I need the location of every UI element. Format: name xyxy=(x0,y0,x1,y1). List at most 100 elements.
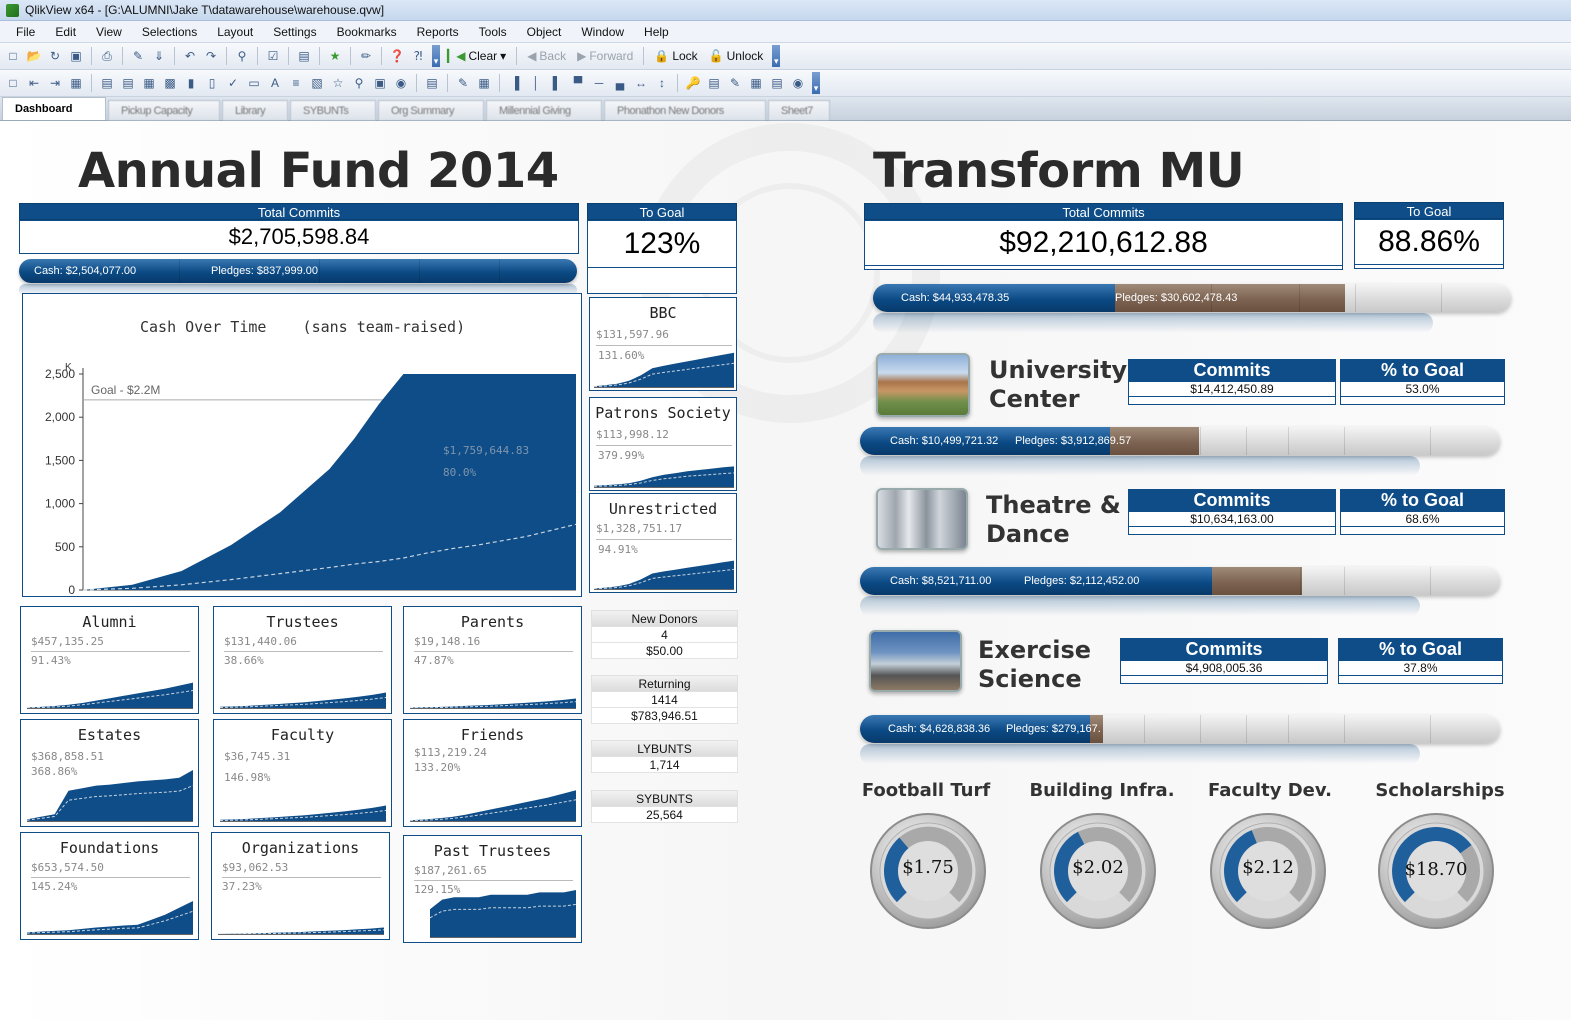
edit-script-icon[interactable]: ✎ xyxy=(129,47,147,65)
sheet-properties-icon[interactable]: ▦ xyxy=(67,74,85,92)
forward-button[interactable]: ▶ Forward xyxy=(573,46,637,66)
checkbox-icon[interactable]: ☑ xyxy=(264,47,282,65)
input-box-icon[interactable]: ▯ xyxy=(203,74,221,92)
menu-window[interactable]: Window xyxy=(571,21,634,43)
chart-wizard-icon[interactable]: ▤ xyxy=(423,74,441,92)
space-horizontal-icon[interactable]: ↔ xyxy=(632,74,650,92)
align-top-icon[interactable]: ▀ xyxy=(569,74,587,92)
help-icon[interactable]: ❓ xyxy=(388,47,406,65)
search-icon[interactable]: ⚲ xyxy=(233,47,251,65)
tab-org-summary[interactable]: Org Summary xyxy=(378,100,484,120)
unlock-button[interactable]: 🔓 Unlock xyxy=(705,46,768,66)
tab-library[interactable]: Library xyxy=(222,100,288,120)
menu-reports[interactable]: Reports xyxy=(407,21,469,43)
undo-icon[interactable]: ↶ xyxy=(181,47,199,65)
move-sheet-right-icon[interactable]: ⇥ xyxy=(46,74,64,92)
move-sheet-left-icon[interactable]: ⇤ xyxy=(25,74,43,92)
table-box-icon[interactable]: ▦ xyxy=(140,74,158,92)
menu-view[interactable]: View xyxy=(86,21,132,43)
slider-icon[interactable]: ▧ xyxy=(308,74,326,92)
forward-label: Forward xyxy=(589,49,634,63)
space-vertical-icon[interactable]: ↕ xyxy=(653,74,671,92)
menu-bookmarks[interactable]: Bookmarks xyxy=(327,21,407,43)
annual-total-commits: Total Commits $2,705,598.84 xyxy=(19,203,579,254)
align-bottom-icon[interactable]: ▄ xyxy=(611,74,629,92)
menu-tools[interactable]: Tools xyxy=(469,21,517,43)
text-object-icon[interactable]: A xyxy=(266,74,284,92)
menu-selections[interactable]: Selections xyxy=(132,21,207,43)
theatre-dance-goal-value: 68.6% xyxy=(1340,511,1505,527)
patrons-amount: $113,998.12 xyxy=(596,428,669,441)
context-help-icon[interactable]: ⁈ xyxy=(409,47,427,65)
theatre-dance-commits-label: Commits xyxy=(1128,489,1336,511)
toolbar-grip-icon[interactable]: ▾ xyxy=(772,45,781,67)
tab-phonathon-new-donors[interactable]: Phonathon New Donors xyxy=(604,100,766,120)
align-middle-icon[interactable]: ─ xyxy=(590,74,608,92)
theatre-dance-goal: % to Goal 68.6% xyxy=(1340,489,1505,535)
variable-overview-icon[interactable]: ◉ xyxy=(789,74,807,92)
document-properties-icon[interactable]: ▤ xyxy=(705,74,723,92)
new-sheet-icon[interactable]: □ xyxy=(4,74,22,92)
university-center-photo xyxy=(876,353,970,417)
grid-icon[interactable]: ▦ xyxy=(475,74,493,92)
menu-object[interactable]: Object xyxy=(517,21,572,43)
search-object-icon[interactable]: ⚲ xyxy=(350,74,368,92)
dashboard-sheet: Annual Fund 2014 Total Commits $2,705,59… xyxy=(0,121,1571,1020)
edit-icon[interactable]: ✏ xyxy=(357,47,375,65)
security-icon[interactable]: 🔑 xyxy=(684,74,702,92)
container-icon[interactable]: ▣ xyxy=(371,74,389,92)
bar-chart-icon[interactable]: ▮ xyxy=(182,74,200,92)
reload-data-icon[interactable]: ⇓ xyxy=(150,47,168,65)
tab-dashboard[interactable]: Dashboard xyxy=(2,97,106,120)
menu-help[interactable]: Help xyxy=(634,21,679,43)
tab-sheet7[interactable]: Sheet7 xyxy=(768,100,830,120)
toolbar-grip-icon[interactable]: ▾ xyxy=(812,72,820,94)
current-selections-icon[interactable]: ✓ xyxy=(224,74,242,92)
print-icon[interactable]: ⎙ xyxy=(98,47,116,65)
back-button[interactable]: ◀ Back xyxy=(523,46,570,66)
line-object-icon[interactable]: ≡ xyxy=(287,74,305,92)
foundations-amount: $653,574.50 xyxy=(31,861,104,874)
tab-millennial-giving[interactable]: Millennial Giving xyxy=(486,100,602,120)
align-right-icon[interactable]: ▌ xyxy=(548,74,566,92)
y-tick-label: 2,000 xyxy=(45,410,75,424)
annual-cash-text: Cash: $2,504,077.00 xyxy=(34,265,137,277)
new-document-icon[interactable]: □ xyxy=(4,47,22,65)
menu-edit[interactable]: Edit xyxy=(45,21,86,43)
toolbar-separator xyxy=(174,47,175,65)
redo-icon[interactable]: ↷ xyxy=(202,47,220,65)
chart-wizard-icon[interactable]: ▤ xyxy=(295,47,313,65)
patrons-title: Patrons Society xyxy=(595,404,731,422)
theatre-dance-goal-label: % to Goal xyxy=(1340,489,1505,511)
bookmark-object-icon[interactable]: ☆ xyxy=(329,74,347,92)
toolbar-separator xyxy=(288,47,289,65)
star-bookmark-icon[interactable]: ★ xyxy=(326,47,344,65)
listbox-icon[interactable]: ▤ xyxy=(98,74,116,92)
sparkline-area xyxy=(27,682,193,709)
expression-overview-icon[interactable]: ▤ xyxy=(768,74,786,92)
lock-button[interactable]: 🔒 Lock xyxy=(650,46,701,66)
tab-sybunts[interactable]: SYBUNTs xyxy=(290,100,376,120)
toolbar-separator xyxy=(677,74,678,92)
menu-layout[interactable]: Layout xyxy=(207,21,263,43)
edit-module-icon[interactable]: ✎ xyxy=(726,74,744,92)
button-object-icon[interactable]: ▭ xyxy=(245,74,263,92)
exercise-science-goal-footer xyxy=(1338,676,1503,684)
open-folder-icon[interactable]: 📂 xyxy=(25,47,43,65)
patrons-sparkline xyxy=(594,466,734,488)
align-center-icon[interactable]: │ xyxy=(527,74,545,92)
reload-icon[interactable]: ↻ xyxy=(46,47,64,65)
clear-button[interactable]: ▎◀ Clear ▾ xyxy=(443,46,510,66)
table-viewer-icon[interactable]: ▦ xyxy=(747,74,765,92)
format-painter-icon[interactable]: ✎ xyxy=(454,74,472,92)
tab-pickup-capacity[interactable]: Pickup Capacity xyxy=(108,100,220,120)
toolbar-grip-icon[interactable]: ▾ xyxy=(432,45,440,67)
menu-file[interactable]: File xyxy=(6,21,45,43)
theatre-dance-commits-footer xyxy=(1128,527,1336,535)
save-icon[interactable]: ▣ xyxy=(67,47,85,65)
custom-object-icon[interactable]: ◉ xyxy=(392,74,410,92)
align-left-icon[interactable]: ▐ xyxy=(506,74,524,92)
multibox-icon[interactable]: ▤ xyxy=(119,74,137,92)
chart-icon[interactable]: ▩ xyxy=(161,74,179,92)
menu-settings[interactable]: Settings xyxy=(263,21,326,43)
